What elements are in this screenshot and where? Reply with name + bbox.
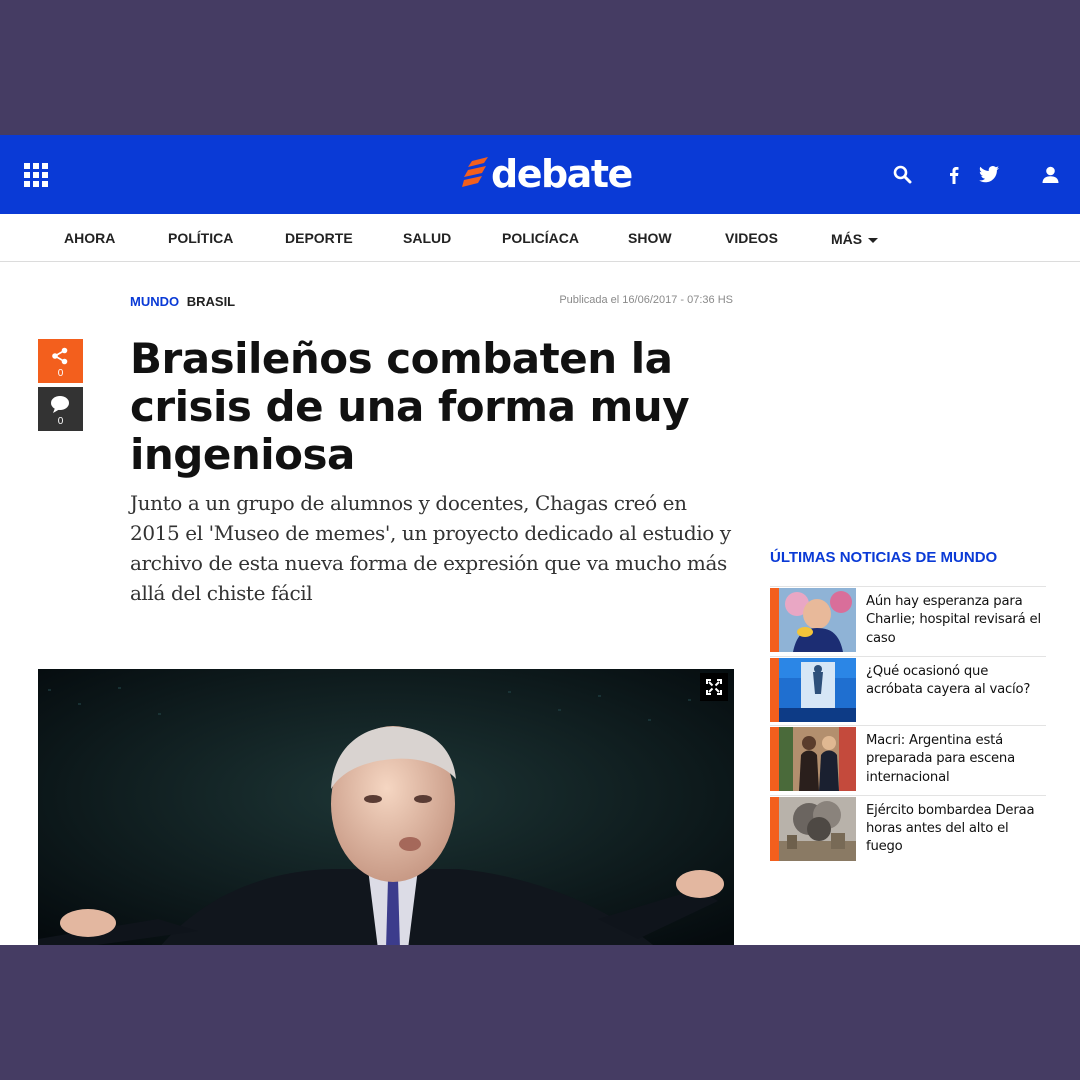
news-thumbnail[interactable] bbox=[779, 796, 856, 861]
breadcrumb: MUNDO BRASIL bbox=[130, 294, 235, 309]
search-icon[interactable] bbox=[890, 163, 914, 187]
news-accent-bar bbox=[770, 727, 779, 791]
nav-item-policiaca[interactable]: POLICÍACA bbox=[502, 214, 579, 262]
article-hero-image[interactable] bbox=[38, 669, 734, 945]
news-item[interactable]: Ejército bombardea Deraa horas antes del… bbox=[770, 794, 1046, 865]
share-button[interactable]: 0 bbox=[38, 339, 83, 383]
twitter-icon[interactable] bbox=[978, 163, 1000, 187]
nav-item-politica[interactable]: POLÍTICA bbox=[168, 214, 233, 262]
news-thumbnail[interactable] bbox=[779, 727, 856, 791]
nav-item-salud[interactable]: SALUD bbox=[403, 214, 451, 262]
nav-item-show[interactable]: SHOW bbox=[628, 214, 672, 262]
comment-icon bbox=[51, 396, 69, 413]
news-title[interactable]: Macri: Argentina está preparada para esc… bbox=[866, 732, 1046, 787]
hero-photo bbox=[38, 669, 734, 945]
nav-item-mas-label: MÁS bbox=[831, 231, 863, 247]
news-item[interactable]: Macri: Argentina está preparada para esc… bbox=[770, 725, 1046, 795]
section-link[interactable]: MUNDO bbox=[130, 294, 179, 309]
article-title: Brasileños combaten la crisis de una for… bbox=[130, 334, 690, 479]
logo-text: debate bbox=[491, 152, 633, 196]
top-bar: debate bbox=[0, 135, 1080, 214]
user-icon[interactable] bbox=[1040, 163, 1060, 187]
news-page: debate AHORA POLÍTICA DEPORTE SALUD POLI… bbox=[0, 135, 1080, 945]
news-accent-bar bbox=[770, 588, 779, 652]
chevron-down-icon bbox=[868, 237, 879, 243]
news-thumbnail[interactable] bbox=[779, 588, 856, 652]
site-logo[interactable]: debate bbox=[462, 149, 633, 199]
news-title[interactable]: Aún hay esperanza para Charlie; hospital… bbox=[866, 593, 1046, 648]
publish-date: Publicada el 16/06/2017 - 07:36 HS bbox=[559, 294, 733, 306]
nav-item-mas[interactable]: MÁS bbox=[831, 215, 879, 263]
grid-menu-icon[interactable] bbox=[24, 163, 48, 187]
expand-icon[interactable] bbox=[700, 673, 728, 701]
article-summary: Junto a un grupo de alumnos y docentes, … bbox=[130, 491, 731, 605]
share-count: 0 bbox=[57, 368, 64, 379]
share-icon bbox=[52, 347, 68, 365]
news-item[interactable]: Aún hay esperanza para Charlie; hospital… bbox=[770, 586, 1046, 656]
news-title[interactable]: Ejército bombardea Deraa horas antes del… bbox=[866, 802, 1046, 857]
sidebar-title: ÚLTIMAS NOTICIAS DE MUNDO bbox=[770, 549, 998, 566]
facebook-icon[interactable] bbox=[946, 163, 962, 187]
news-accent-bar bbox=[770, 796, 779, 861]
news-thumbnail[interactable] bbox=[779, 657, 856, 722]
main-nav: AHORA POLÍTICA DEPORTE SALUD POLICÍACA S… bbox=[0, 214, 1080, 262]
nav-item-deporte[interactable]: DEPORTE bbox=[285, 214, 353, 262]
nav-item-videos[interactable]: VIDEOS bbox=[725, 214, 778, 262]
logo-flame-icon bbox=[462, 157, 488, 187]
news-item[interactable]: ¿Qué ocasionó que acróbata cayera al vac… bbox=[770, 655, 1046, 726]
news-accent-bar bbox=[770, 657, 779, 722]
comment-count: 0 bbox=[57, 416, 64, 427]
nav-item-ahora[interactable]: AHORA bbox=[64, 214, 115, 262]
latest-news-list: Aún hay esperanza para Charlie; hospital… bbox=[770, 586, 1046, 864]
subsection-link[interactable]: BRASIL bbox=[187, 294, 235, 309]
news-title[interactable]: ¿Qué ocasionó que acróbata cayera al vac… bbox=[866, 663, 1046, 700]
comment-button[interactable]: 0 bbox=[38, 387, 83, 431]
